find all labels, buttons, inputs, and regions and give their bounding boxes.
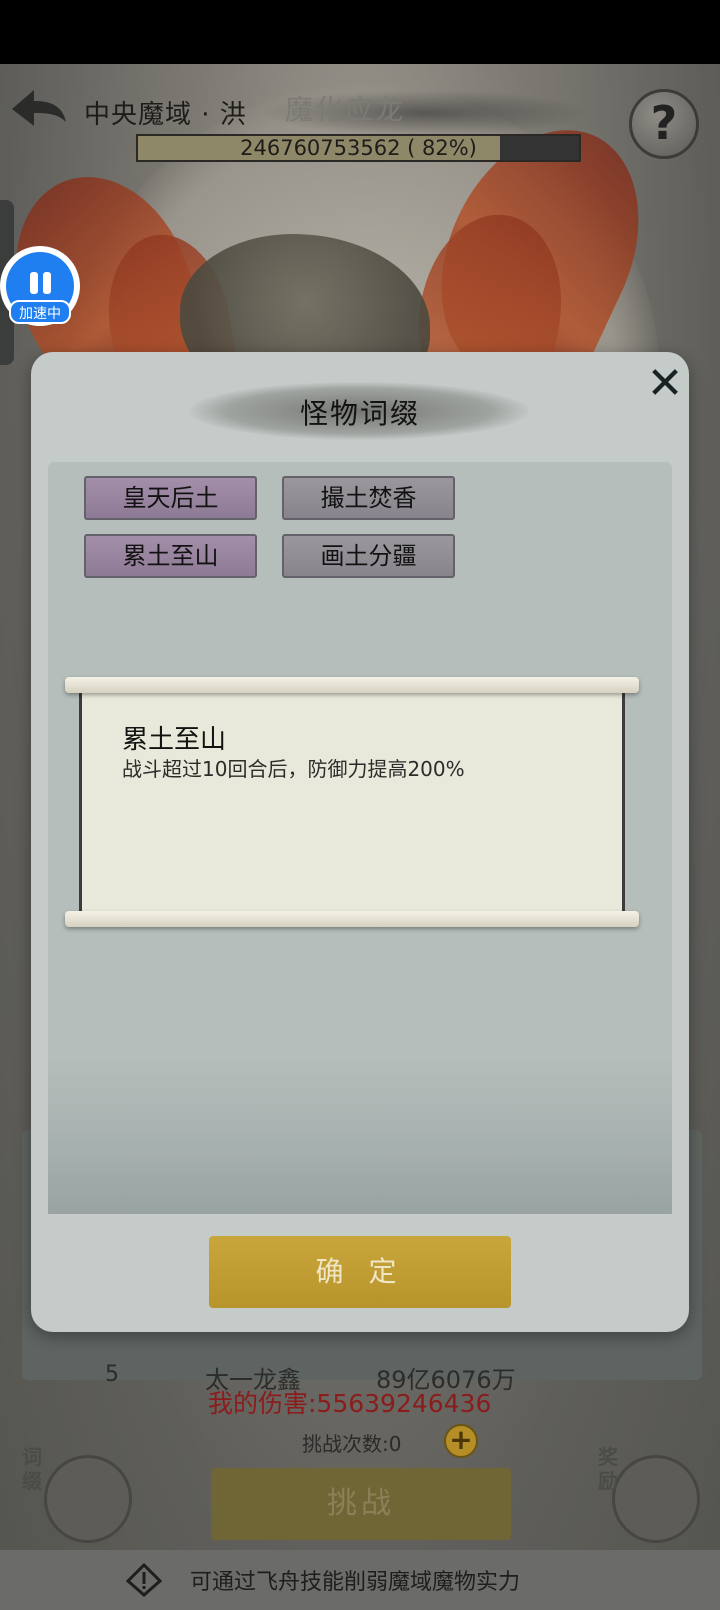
reward-tab-label: 奖励 xyxy=(598,1445,618,1493)
confirm-button[interactable]: 确 定 xyxy=(209,1236,511,1308)
affix-tab-button[interactable]: 词缀 xyxy=(14,1445,132,1545)
affix-detail-description: 战斗超过10回合后，防御力提高200% xyxy=(122,757,465,781)
plus-icon: + xyxy=(449,1423,473,1456)
region-title: 中央魔域 · 洪 xyxy=(84,100,247,130)
warning-icon xyxy=(126,1563,162,1597)
add-challenge-button[interactable]: + xyxy=(444,1424,478,1458)
question-icon: ? xyxy=(650,96,678,150)
affix-chip[interactable]: 画土分疆 xyxy=(282,534,455,578)
challenge-count: 挑战次数:0 xyxy=(302,1432,402,1456)
pause-bar-left xyxy=(30,272,38,294)
bottom-tip-text: 可通过飞舟技能削弱魔域魔物实力 xyxy=(190,1570,521,1595)
affix-tab-label: 词缀 xyxy=(22,1445,42,1493)
affix-chip[interactable]: 累土至山 xyxy=(84,534,257,578)
hp-text: 246760753562 ( 82%) xyxy=(240,136,477,160)
affix-detail-scroll: 累土至山 战斗超过10回合后，防御力提高200% xyxy=(65,677,639,927)
scroll-rod-top xyxy=(65,677,639,693)
boss-hp-bar: 246760753562 ( 82%) xyxy=(136,134,581,162)
affix-chip[interactable]: 撮土焚香 xyxy=(282,476,455,520)
speed-status-label: 加速中 xyxy=(9,300,71,324)
dialog-title: 怪物词缀 xyxy=(299,397,420,430)
reward-tab-button[interactable]: 奖励 xyxy=(590,1445,708,1545)
beast-icon xyxy=(44,1455,132,1543)
affix-chip[interactable]: 皇天后土 xyxy=(84,476,257,520)
scroll-rod-bottom xyxy=(65,911,639,927)
boss-name: 魔化应龙 xyxy=(285,93,406,126)
status-bar xyxy=(0,0,720,64)
affix-detail-name: 累土至山 xyxy=(122,725,227,755)
help-button[interactable]: ? xyxy=(629,89,699,159)
close-icon: ✕ xyxy=(646,358,684,409)
mountain-backdrop xyxy=(48,1054,672,1214)
monster-affix-dialog: 怪物词缀 ✕ 皇天后土 撮土焚香 累土至山 画土分疆 累土至山 战斗超过10回合… xyxy=(31,352,689,1332)
pause-bar-right xyxy=(43,272,51,294)
challenge-button[interactable]: 挑战 xyxy=(211,1468,511,1540)
my-damage-text: 我的伤害:55639246436 xyxy=(208,1389,492,1418)
close-button[interactable]: ✕ xyxy=(643,362,687,406)
back-button[interactable] xyxy=(8,84,70,134)
scroll-paper: 累土至山 战斗超过10回合后，防御力提高200% xyxy=(79,691,625,913)
ranking-rank: 5 xyxy=(105,1362,119,1387)
back-arrow-icon xyxy=(12,90,66,126)
